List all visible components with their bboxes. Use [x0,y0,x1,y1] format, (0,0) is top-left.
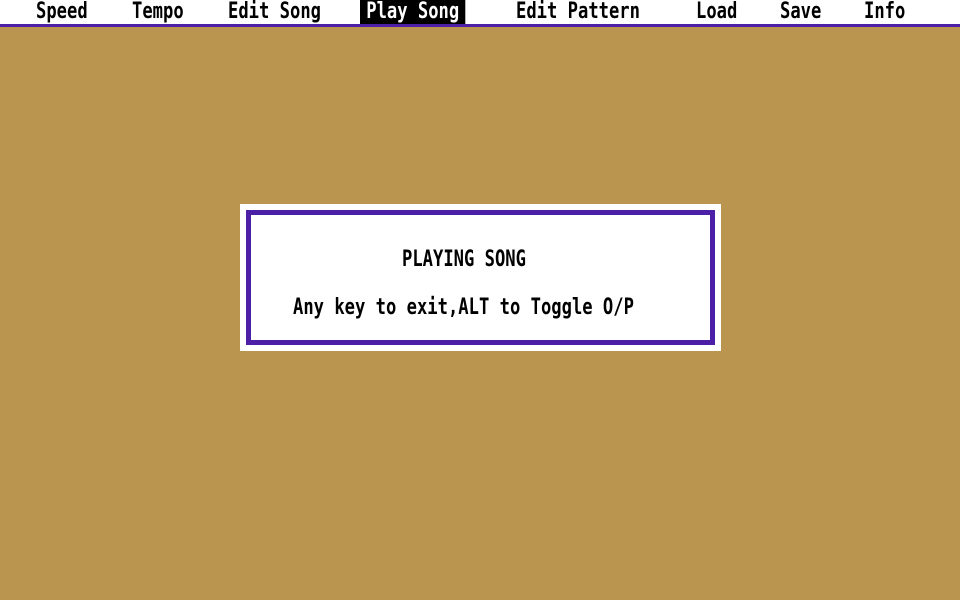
menu-item-speed[interactable]: Speed [36,0,88,24]
dialog-border: PLAYING SONG Any key to exit,ALT to Togg… [246,210,715,345]
menu-item-load[interactable]: Load [696,0,737,24]
dialog-title: PLAYING SONG [402,247,526,272]
menu-item-tempo[interactable]: Tempo [132,0,184,24]
menu-bar: Speed Tempo Edit Song Play Song Edit Pat… [0,0,960,27]
menu-item-play-song[interactable]: Play Song [360,0,466,24]
menu-item-save[interactable]: Save [780,0,821,24]
playing-song-dialog: PLAYING SONG Any key to exit,ALT to Togg… [240,204,721,351]
dialog-message: Any key to exit,ALT to Toggle O/P [293,295,634,320]
menu-item-info[interactable]: Info [864,0,905,24]
menu-item-edit-pattern[interactable]: Edit Pattern [516,0,640,24]
menu-item-edit-song[interactable]: Edit Song [228,0,321,24]
